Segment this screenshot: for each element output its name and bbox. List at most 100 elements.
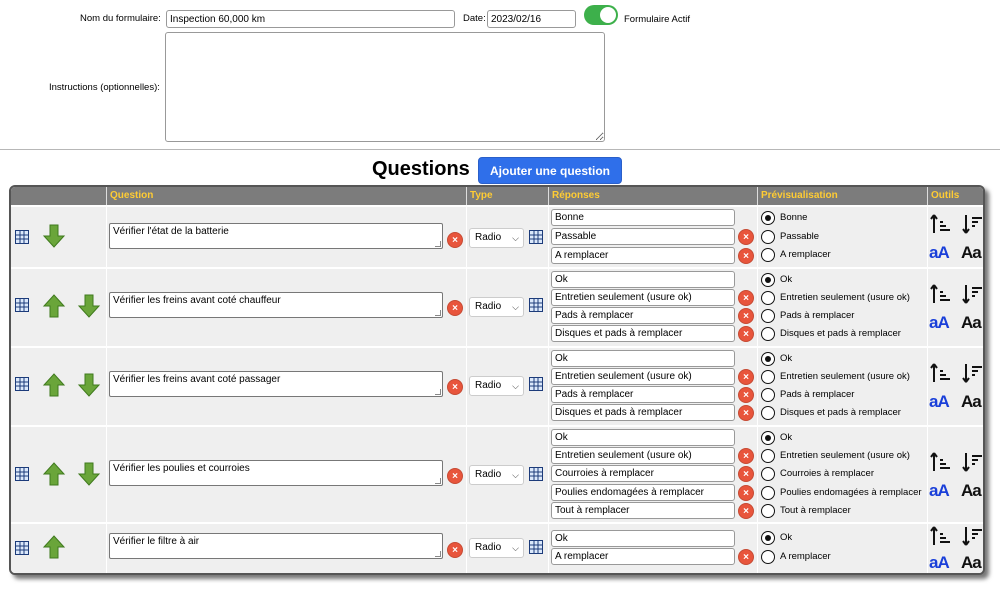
delete-answer-icon[interactable]: × bbox=[738, 308, 754, 324]
arrow-up-icon[interactable] bbox=[41, 534, 67, 560]
arrow-up-icon[interactable] bbox=[41, 372, 67, 398]
preview-radio[interactable] bbox=[761, 406, 775, 420]
delete-answer-icon[interactable]: × bbox=[738, 369, 754, 385]
date-input[interactable] bbox=[487, 10, 576, 28]
resize-handle[interactable] bbox=[435, 478, 441, 484]
delete-answer-icon[interactable]: × bbox=[738, 503, 754, 519]
answer-input[interactable]: Pads à remplacer bbox=[551, 386, 735, 403]
preview-radio[interactable] bbox=[761, 211, 775, 225]
font-increase-icon[interactable]: aA bbox=[929, 481, 950, 501]
arrow-up-icon[interactable] bbox=[41, 461, 67, 487]
preview-radio[interactable] bbox=[761, 431, 775, 445]
delete-answer-icon[interactable]: × bbox=[738, 387, 754, 403]
sort-descending-icon[interactable] bbox=[961, 213, 983, 238]
table-edit-icon[interactable] bbox=[15, 467, 29, 481]
preview-radio[interactable] bbox=[761, 449, 775, 463]
question-input[interactable]: Vérifier le filtre à air bbox=[109, 533, 443, 559]
table-edit-icon[interactable] bbox=[529, 377, 543, 391]
sort-ascending-icon[interactable] bbox=[929, 451, 951, 476]
delete-answer-icon[interactable]: × bbox=[738, 485, 754, 501]
preview-radio[interactable] bbox=[761, 248, 775, 262]
question-input[interactable]: Vérifier l'état de la batterie bbox=[109, 223, 443, 249]
type-select[interactable]: Radio ⌵ bbox=[469, 228, 524, 248]
preview-radio[interactable] bbox=[761, 504, 775, 518]
answer-input[interactable]: Ok bbox=[551, 350, 735, 367]
sort-descending-icon[interactable] bbox=[961, 283, 983, 308]
answer-input[interactable]: Entretien seulement (usure ok) bbox=[551, 289, 735, 306]
table-edit-icon[interactable] bbox=[15, 298, 29, 312]
type-select[interactable]: Radio ⌵ bbox=[469, 376, 524, 396]
table-edit-icon[interactable] bbox=[529, 298, 543, 312]
preview-radio[interactable] bbox=[761, 531, 775, 545]
preview-radio[interactable] bbox=[761, 388, 775, 402]
answer-input[interactable]: Pads à remplacer bbox=[551, 307, 735, 324]
sort-ascending-icon[interactable] bbox=[929, 525, 951, 550]
sort-descending-icon[interactable] bbox=[961, 451, 983, 476]
font-decrease-icon[interactable]: Aa bbox=[961, 553, 982, 573]
delete-answer-icon[interactable]: × bbox=[738, 466, 754, 482]
arrow-up-icon[interactable] bbox=[41, 293, 67, 319]
delete-answer-icon[interactable]: × bbox=[738, 448, 754, 464]
form-active-toggle[interactable] bbox=[584, 5, 618, 25]
arrow-down-icon[interactable] bbox=[76, 293, 102, 319]
delete-answer-icon[interactable]: × bbox=[738, 326, 754, 342]
sort-ascending-icon[interactable] bbox=[929, 362, 951, 387]
preview-radio[interactable] bbox=[761, 309, 775, 323]
answer-input[interactable]: Courroies à remplacer bbox=[551, 465, 735, 482]
question-input[interactable]: Vérifier les poulies et courroies bbox=[109, 460, 443, 486]
sort-descending-icon[interactable] bbox=[961, 362, 983, 387]
preview-radio[interactable] bbox=[761, 550, 775, 564]
resize-handle[interactable] bbox=[435, 389, 441, 395]
sort-descending-icon[interactable] bbox=[961, 525, 983, 550]
preview-radio[interactable] bbox=[761, 370, 775, 384]
sort-ascending-icon[interactable] bbox=[929, 213, 951, 238]
type-select[interactable]: Radio ⌵ bbox=[469, 538, 524, 558]
table-edit-icon[interactable] bbox=[15, 541, 29, 555]
font-increase-icon[interactable]: aA bbox=[929, 392, 950, 412]
preview-radio[interactable] bbox=[761, 291, 775, 305]
delete-question-icon[interactable]: × bbox=[447, 468, 463, 484]
delete-answer-icon[interactable]: × bbox=[738, 248, 754, 264]
arrow-down-icon[interactable] bbox=[41, 223, 67, 249]
table-edit-icon[interactable] bbox=[15, 230, 29, 244]
delete-question-icon[interactable]: × bbox=[447, 300, 463, 316]
preview-radio[interactable] bbox=[761, 273, 775, 287]
resize-handle[interactable] bbox=[435, 310, 441, 316]
arrow-down-icon[interactable] bbox=[76, 372, 102, 398]
answer-input[interactable]: Ok bbox=[551, 530, 735, 547]
delete-question-icon[interactable]: × bbox=[447, 379, 463, 395]
font-decrease-icon[interactable]: Aa bbox=[961, 243, 982, 263]
answer-input[interactable]: Entretien seulement (usure ok) bbox=[551, 368, 735, 385]
answer-input[interactable]: A remplacer bbox=[551, 548, 735, 565]
table-edit-icon[interactable] bbox=[529, 467, 543, 481]
delete-answer-icon[interactable]: × bbox=[738, 405, 754, 421]
table-edit-icon[interactable] bbox=[529, 230, 543, 244]
type-select[interactable]: Radio ⌵ bbox=[469, 297, 524, 317]
form-name-input[interactable] bbox=[166, 10, 455, 28]
answer-input[interactable]: Disques et pads à remplacer bbox=[551, 325, 735, 342]
preview-radio[interactable] bbox=[761, 327, 775, 341]
delete-answer-icon[interactable]: × bbox=[738, 229, 754, 245]
font-decrease-icon[interactable]: Aa bbox=[961, 313, 982, 333]
font-increase-icon[interactable]: aA bbox=[929, 313, 950, 333]
font-decrease-icon[interactable]: Aa bbox=[961, 481, 982, 501]
answer-input[interactable]: Ok bbox=[551, 271, 735, 288]
type-select[interactable]: Radio ⌵ bbox=[469, 465, 524, 485]
instructions-textarea[interactable] bbox=[165, 32, 605, 142]
preview-radio[interactable] bbox=[761, 352, 775, 366]
answer-input[interactable]: Disques et pads à remplacer bbox=[551, 404, 735, 421]
answer-input[interactable]: Bonne bbox=[551, 209, 735, 226]
answer-input[interactable]: Passable bbox=[551, 228, 735, 245]
font-increase-icon[interactable]: aA bbox=[929, 243, 950, 263]
question-input[interactable]: Vérifier les freins avant coté chauffeur bbox=[109, 292, 443, 318]
sort-ascending-icon[interactable] bbox=[929, 283, 951, 308]
question-input[interactable]: Vérifier les freins avant coté passager bbox=[109, 371, 443, 397]
delete-question-icon[interactable]: × bbox=[447, 232, 463, 248]
delete-question-icon[interactable]: × bbox=[447, 542, 463, 558]
answer-input[interactable]: A remplacer bbox=[551, 247, 735, 264]
add-question-button[interactable]: Ajouter une question bbox=[478, 157, 622, 184]
delete-answer-icon[interactable]: × bbox=[738, 549, 754, 565]
arrow-down-icon[interactable] bbox=[76, 461, 102, 487]
answer-input[interactable]: Ok bbox=[551, 429, 735, 446]
font-decrease-icon[interactable]: Aa bbox=[961, 392, 982, 412]
